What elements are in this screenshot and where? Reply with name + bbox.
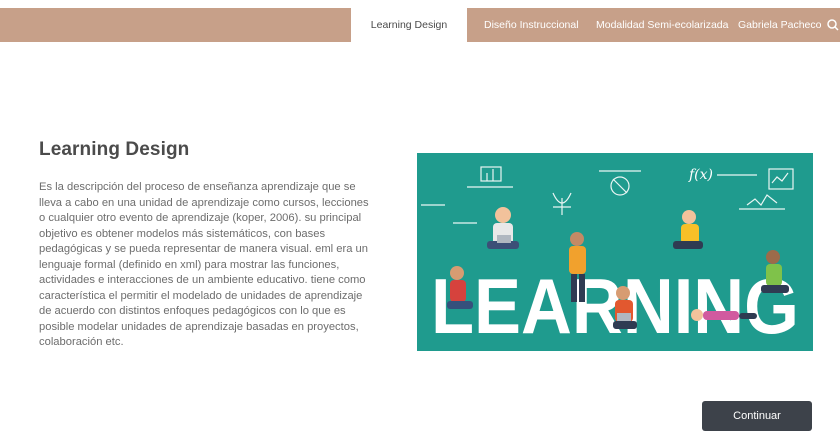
top-strip bbox=[0, 0, 840, 8]
nav-item-modalidad-semi-ecolarizada[interactable]: Modalidad Semi-ecolarizada bbox=[596, 8, 729, 42]
continue-button[interactable]: Continuar bbox=[702, 401, 812, 431]
search-icon[interactable] bbox=[826, 8, 840, 42]
nav-item-diseno-instruccional[interactable]: Diseño Instruccional bbox=[484, 8, 579, 42]
nav-item-gabriela-pacheco[interactable]: Gabriela Pacheco bbox=[738, 8, 821, 42]
page-title: Learning Design bbox=[39, 139, 190, 160]
top-navbar: Learning Design Diseño Instruccional Mod… bbox=[0, 8, 840, 42]
learning-illustration: f(x) LEARNING bbox=[417, 153, 813, 351]
description-text: Es la descripción del proceso de enseñan… bbox=[39, 181, 369, 348]
formula-fx-label: f(x) bbox=[688, 167, 713, 183]
nav-item-learning-design[interactable]: Learning Design bbox=[351, 8, 467, 42]
